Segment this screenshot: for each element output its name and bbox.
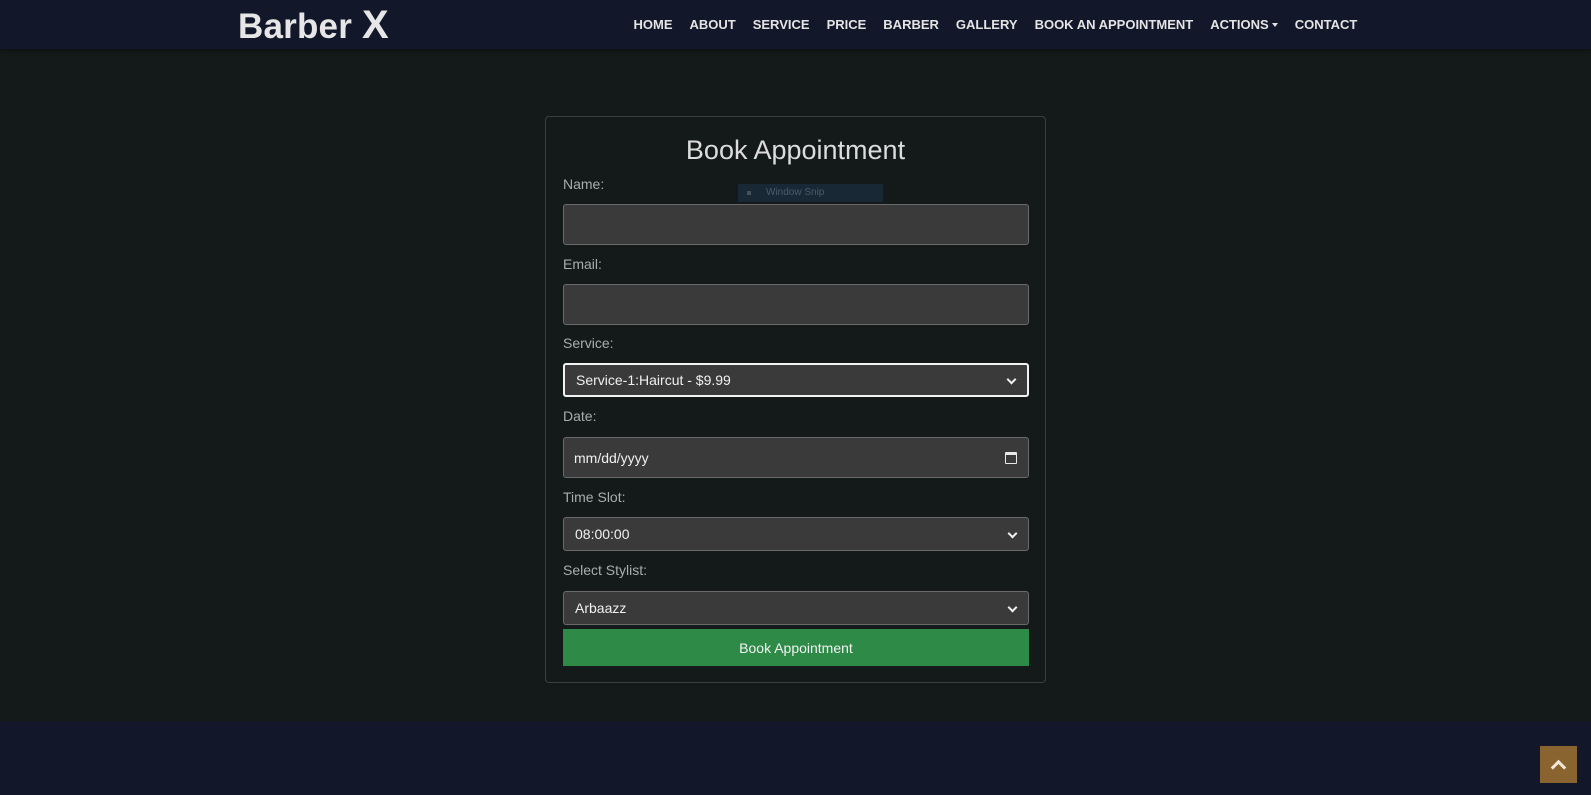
time-slot-label: Time Slot:	[563, 489, 626, 505]
stylist-selected: Arbaazz	[575, 600, 627, 616]
service-select[interactable]: Service-1:Haircut - $9.99	[563, 363, 1029, 397]
navbar: Barber X HOME ABOUT SERVICE PRICE BARBER…	[0, 0, 1591, 49]
nav-service[interactable]: SERVICE	[744, 17, 818, 32]
date-placeholder: mm/dd/yyyy	[574, 449, 649, 466]
brand-logo[interactable]: Barber X	[238, 5, 389, 47]
chevron-down-icon	[1006, 375, 1016, 385]
email-input[interactable]	[563, 284, 1029, 325]
time-slot-select[interactable]: 08:00:00	[563, 517, 1029, 551]
chevron-down-icon	[1007, 529, 1017, 539]
brand-name: Barber	[238, 7, 353, 46]
nav-barber[interactable]: BARBER	[875, 17, 948, 32]
brand-mark: X	[361, 3, 389, 47]
nav-about[interactable]: ABOUT	[681, 17, 744, 32]
nav-actions-dropdown[interactable]: ACTIONS	[1202, 17, 1287, 32]
chevron-down-icon	[1007, 603, 1017, 613]
time-slot-selected: 08:00:00	[575, 526, 630, 542]
stylist-select[interactable]: Arbaazz	[563, 591, 1029, 625]
back-to-top-button[interactable]	[1540, 746, 1577, 783]
chevron-up-icon	[1550, 759, 1567, 776]
service-label: Service:	[563, 335, 614, 351]
nav-actions-label: ACTIONS	[1210, 17, 1269, 32]
date-input[interactable]: mm/dd/yyyy	[563, 437, 1029, 478]
email-label: Email:	[563, 256, 602, 272]
caret-down-icon	[1271, 23, 1278, 27]
nav-contact[interactable]: CONTACT	[1286, 17, 1366, 32]
stylist-label: Select Stylist:	[563, 562, 648, 578]
name-label: Name:	[563, 176, 605, 192]
name-input[interactable]	[563, 204, 1029, 245]
nav-home[interactable]: HOME	[625, 17, 681, 32]
main-nav: HOME ABOUT SERVICE PRICE BARBER GALLERY …	[625, 0, 1366, 49]
calendar-icon[interactable]	[1005, 451, 1017, 464]
window-snip-overlay: Window Snip	[738, 184, 883, 202]
footer	[0, 721, 1591, 795]
nav-gallery[interactable]: GALLERY	[947, 17, 1026, 32]
date-label: Date:	[563, 408, 597, 424]
nav-price[interactable]: PRICE	[818, 17, 875, 32]
nav-book-appointment[interactable]: BOOK AN APPOINTMENT	[1026, 17, 1202, 32]
page-title: Book Appointment	[685, 135, 906, 165]
book-appointment-button[interactable]: Book Appointment	[563, 629, 1029, 666]
service-selected: Service-1:Haircut - $9.99	[576, 372, 731, 388]
